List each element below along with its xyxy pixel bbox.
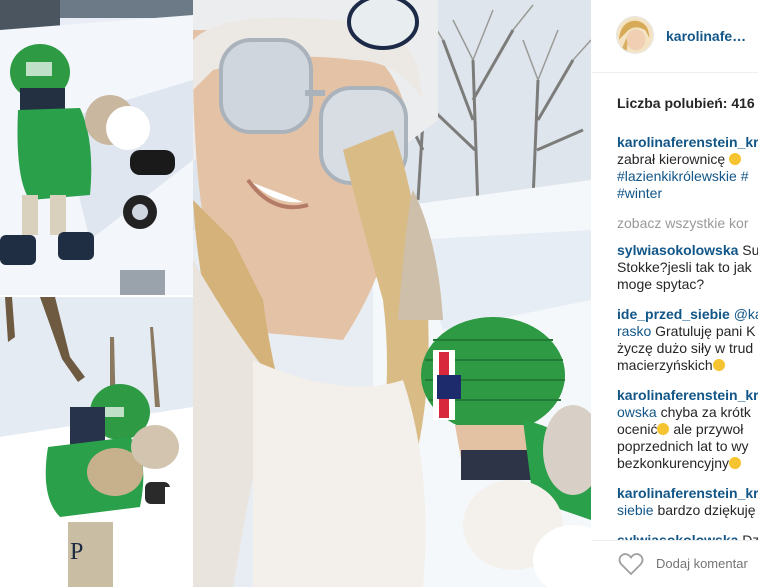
caption-username[interactable]: karolinaferenstein_kr [617,134,758,150]
hashtag-link[interactable]: #winter [617,185,662,201]
emoji-icon [729,457,742,469]
photo-selfie-with-child [193,0,591,587]
hashtag-link[interactable]: #lazienkikrólewskie [617,168,737,184]
avatar[interactable] [616,16,654,54]
comment-text: ale przywoł [673,421,744,437]
comment-text: Su [742,242,758,258]
hashtag-link[interactable]: # [741,168,749,184]
comment-text: macierzyńskich [617,357,713,373]
mention-link[interactable]: siebie [617,502,654,518]
comment-text: życzę dużo siły w trud [617,340,754,356]
comments-list: karolinaferenstein_kr zabrał kierownicę … [617,134,758,562]
comment-username[interactable]: sylwiasokolowska [617,242,738,258]
comment-text: poprzednich lat to wy [617,438,749,454]
comment-input[interactable] [656,556,758,571]
svg-text:P: P [70,539,83,565]
post-sidebar: karolinafe… Liczba polubień: 416 karolin… [592,0,758,587]
photo-child-in-park: P [0,297,193,587]
caption: karolinaferenstein_kr zabrał kierownicę … [617,134,758,202]
view-all-comments-link[interactable]: zobacz wszystkie kor [617,215,758,232]
comment-text: Gratuluję pani K [655,323,756,339]
comment-item: ide_przed_siebie @ka rasko Gratuluję pan… [617,306,758,374]
caption-text: zabrał kierownicę [617,151,726,167]
heart-icon[interactable] [618,552,644,576]
comment-text: bardzo dziękuję [657,502,756,518]
emoji-icon [729,153,742,165]
comment-text: bezkonkurencyjny [617,455,730,471]
comment-username[interactable]: karolinaferenstein_kr [617,387,758,403]
comment-item: karolinaferenstein_kr siebie bardzo dzię… [617,485,758,519]
comment-username[interactable]: ide_przed_siebie [617,306,730,322]
comment-bar [592,540,758,587]
post-header: karolinafe… [592,0,758,73]
comment-username[interactable]: karolinaferenstein_kr [617,485,758,501]
mention-link[interactable]: rasko [617,323,651,339]
comment-item: sylwiasokolowska Su Stokke?jesli tak to … [617,242,758,293]
comment-item: karolinaferenstein_kr owska chyba za kró… [617,387,758,472]
emoji-icon [712,359,725,371]
comment-text: chyba za krótk [660,404,751,420]
likes-count[interactable]: Liczba polubień: 416 [617,95,755,111]
mention-link[interactable]: owska [617,404,657,420]
mention-link[interactable]: @ka [734,306,758,322]
comment-text: moge spytac? [617,276,705,292]
post-username[interactable]: karolinafe… [666,28,746,44]
comment-text: Stokke?jesli tak to jak [617,259,752,275]
photo-child-with-scooter [0,0,193,295]
comment-text: ocenić [617,421,658,437]
emoji-icon [657,423,670,435]
